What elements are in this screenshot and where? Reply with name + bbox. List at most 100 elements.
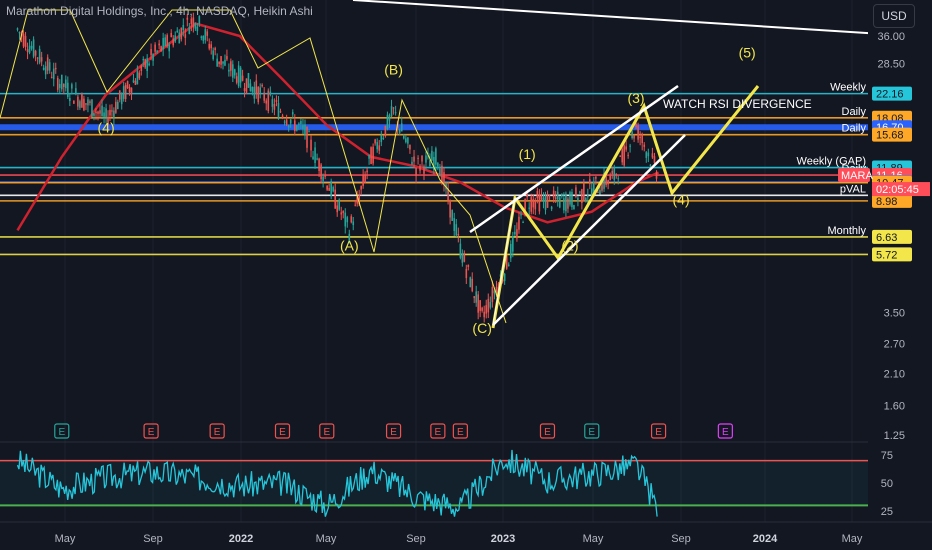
price-bar — [483, 311, 485, 318]
price-bar — [362, 174, 364, 186]
price-bar — [277, 102, 280, 120]
price-bar — [46, 57, 49, 71]
currency-button[interactable]: USD — [873, 4, 915, 28]
price-bar — [550, 206, 553, 210]
price-bar — [413, 156, 415, 162]
price-bar — [400, 123, 403, 132]
price-bar — [210, 44, 213, 49]
price-bar — [67, 82, 69, 98]
price-bar — [451, 210, 453, 221]
earnings-marker-label: E — [588, 427, 595, 438]
price-bar — [122, 86, 125, 99]
price-bar — [186, 17, 189, 20]
price-bar — [142, 58, 145, 61]
price-bar — [302, 125, 304, 129]
time-tick-label: May — [55, 533, 76, 545]
price-bar — [540, 194, 543, 200]
price-bar — [405, 138, 407, 143]
level-label: Daily — [842, 106, 867, 118]
price-bar — [134, 80, 137, 85]
price-bar — [58, 83, 61, 88]
price-bar — [411, 161, 413, 165]
price-bar — [56, 78, 59, 90]
price-bar — [324, 175, 326, 177]
price-bar — [534, 200, 537, 210]
price-bar — [190, 18, 193, 25]
price-bar — [162, 38, 164, 50]
price-bar — [421, 155, 423, 162]
price-bar — [611, 170, 614, 174]
price-bar — [431, 150, 433, 161]
price-bar — [469, 277, 472, 288]
note-label: WATCH RSI DIVERGENCE — [663, 97, 812, 111]
price-bar — [546, 195, 549, 208]
price-tick-label: 1.60 — [884, 401, 905, 413]
price-bar — [308, 131, 310, 133]
price-bar — [91, 99, 93, 117]
wave-label: (3) — [627, 90, 644, 106]
price-bar — [340, 212, 343, 215]
price-bar — [126, 81, 129, 88]
price-bar — [588, 179, 591, 185]
earnings-marker-label: E — [58, 427, 65, 438]
price-bar — [136, 71, 139, 85]
price-bar — [279, 111, 282, 113]
time-tick-label: May — [842, 533, 863, 545]
price-bar — [651, 153, 654, 158]
price-bar — [168, 44, 170, 52]
price-bar — [180, 27, 183, 40]
price-bar — [455, 224, 458, 236]
price-bar — [344, 212, 347, 227]
price-bar — [257, 86, 260, 103]
price-bar — [613, 167, 616, 180]
price-bar — [579, 191, 581, 193]
price-bar — [124, 85, 127, 100]
earnings-marker-label: E — [655, 427, 662, 438]
time-tick-label: Sep — [143, 533, 163, 545]
price-bar — [73, 100, 75, 104]
price-bar — [218, 61, 220, 64]
price-bar — [79, 101, 81, 108]
price-bar — [489, 302, 492, 308]
price-bar — [609, 174, 611, 181]
price-bar — [263, 92, 266, 101]
price-bar — [457, 233, 460, 236]
price-bar — [415, 167, 417, 177]
price-bar — [629, 145, 631, 147]
price-bar — [544, 194, 547, 210]
price-bar — [206, 31, 209, 36]
price-bar — [491, 286, 494, 303]
price-bar — [461, 253, 464, 263]
price-bar — [50, 76, 53, 78]
price-bar — [561, 194, 563, 197]
price-chart[interactable]: WeeklyDailyDailyWeekly (GAP)DailyDailypV… — [0, 0, 932, 550]
price-tick-label: 3.50 — [884, 308, 905, 320]
price-bar — [304, 124, 306, 135]
time-tick-label: Sep — [671, 533, 691, 545]
price-bar — [291, 112, 294, 115]
price-bar — [512, 236, 514, 252]
price-bar — [109, 109, 111, 116]
price-bar — [265, 100, 268, 104]
price-bar — [631, 131, 633, 139]
price-bar — [81, 93, 83, 108]
price-bar — [249, 83, 252, 91]
wave-label: (5) — [739, 45, 756, 61]
earnings-marker-label: E — [722, 427, 729, 438]
wave-label: (A) — [340, 238, 359, 254]
price-bar — [255, 80, 258, 94]
price-bar — [188, 27, 191, 34]
earnings-marker-label: E — [214, 427, 221, 438]
time-tick-label: Sep — [406, 533, 426, 545]
price-bar — [322, 176, 324, 181]
level-label: Daily — [842, 123, 867, 135]
rsi-tick-label: 25 — [881, 506, 893, 518]
price-bar — [152, 54, 154, 61]
price-bar — [24, 35, 27, 48]
price-bar — [298, 123, 300, 125]
price-bar — [32, 39, 35, 57]
price-bar — [449, 199, 451, 218]
level-label: Monthly — [827, 225, 866, 237]
price-bar — [386, 114, 389, 130]
price-bar — [89, 101, 91, 103]
